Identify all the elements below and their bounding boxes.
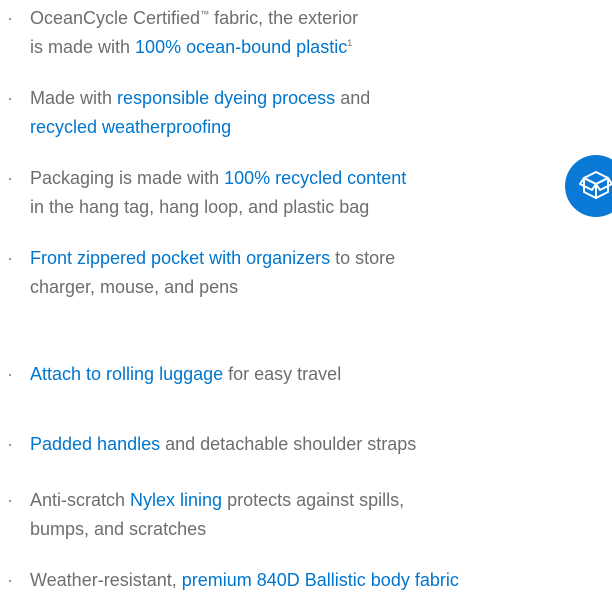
body-text: Made with [30,88,118,108]
feature-item: · Front zippered pocket with organizers t… [0,244,560,302]
body-text: fabric, the exterior [209,8,359,28]
bullet-dot: · [7,490,13,510]
body-text: for easy travel [223,364,342,384]
body-text: Anti-scratch [30,490,131,510]
superscript: ™ [200,9,210,19]
recycle-box-icon [565,155,612,217]
highlight-text: premium 840D Ballistic body fabric [181,570,459,590]
bullet-dot: · [7,434,13,454]
bullet-dot: · [7,364,13,384]
body-text: Weather-resistant, [30,570,182,590]
feature-text: Attach to rolling luggage for easy trave… [30,360,560,389]
highlight-text: Padded handles [30,434,161,454]
body-text: charger, mouse, and pens [30,277,239,297]
feature-item: · Made with responsible dyeing process an… [0,84,560,142]
feature-text: Front zippered pocket with organizers to… [30,244,560,302]
body-text: and detachable shoulder straps [160,434,417,454]
feature-text: Anti-scratch Nylex lining protects again… [30,486,560,544]
feature-text: Padded handles and detachable shoulder s… [30,430,560,459]
bullet-dot: · [7,88,13,108]
feature-item: · OceanCycle Certified™ fabric, the exter… [0,4,560,62]
bullet-dot: · [7,570,13,590]
highlight-text: Nylex lining [130,490,223,510]
body-text: to store [330,248,396,268]
feature-item: · Weather-resistant, premium 840D Ballist… [0,566,560,595]
bullet-dot: · [7,168,13,188]
feature-item: · Packaging is made with 100% recycled co… [0,164,560,222]
body-text: protects against spills, [222,490,405,510]
highlight-text: Front zippered pocket with organizers [30,248,331,268]
bullet-dot: · [7,248,13,268]
highlight-text: Attach to rolling luggage [30,364,224,384]
highlight-text: 100% recycled content [224,168,407,188]
feature-item: · Attach to rolling luggage for easy trav… [0,360,560,389]
highlight-text: recycled weatherproofing [30,117,232,137]
bullet-dot: · [7,8,13,28]
feature-text: OceanCycle Certified™ fabric, the exteri… [30,4,560,62]
body-text: is made with [30,37,136,57]
body-text: OceanCycle Certified [30,8,201,28]
highlight-text: 100% ocean-bound plastic [135,37,348,57]
body-text: and [335,88,371,108]
feature-item: · Anti-scratch Nylex lining protects agai… [0,486,560,544]
body-text: Packaging is made with [30,168,225,188]
feature-text: Weather-resistant, premium 840D Ballisti… [30,566,560,595]
highlight-text: responsible dyeing process [117,88,336,108]
feature-text: Packaging is made with 100% recycled con… [30,164,560,222]
feature-item: · Padded handles and detachable shoulder … [0,430,560,459]
superscript: 1 [347,38,353,48]
body-text: in the hang tag, hang loop, and plastic … [30,197,370,217]
feature-text: Made with responsible dyeing process and… [30,84,560,142]
body-text: bumps, and scratches [30,519,207,539]
